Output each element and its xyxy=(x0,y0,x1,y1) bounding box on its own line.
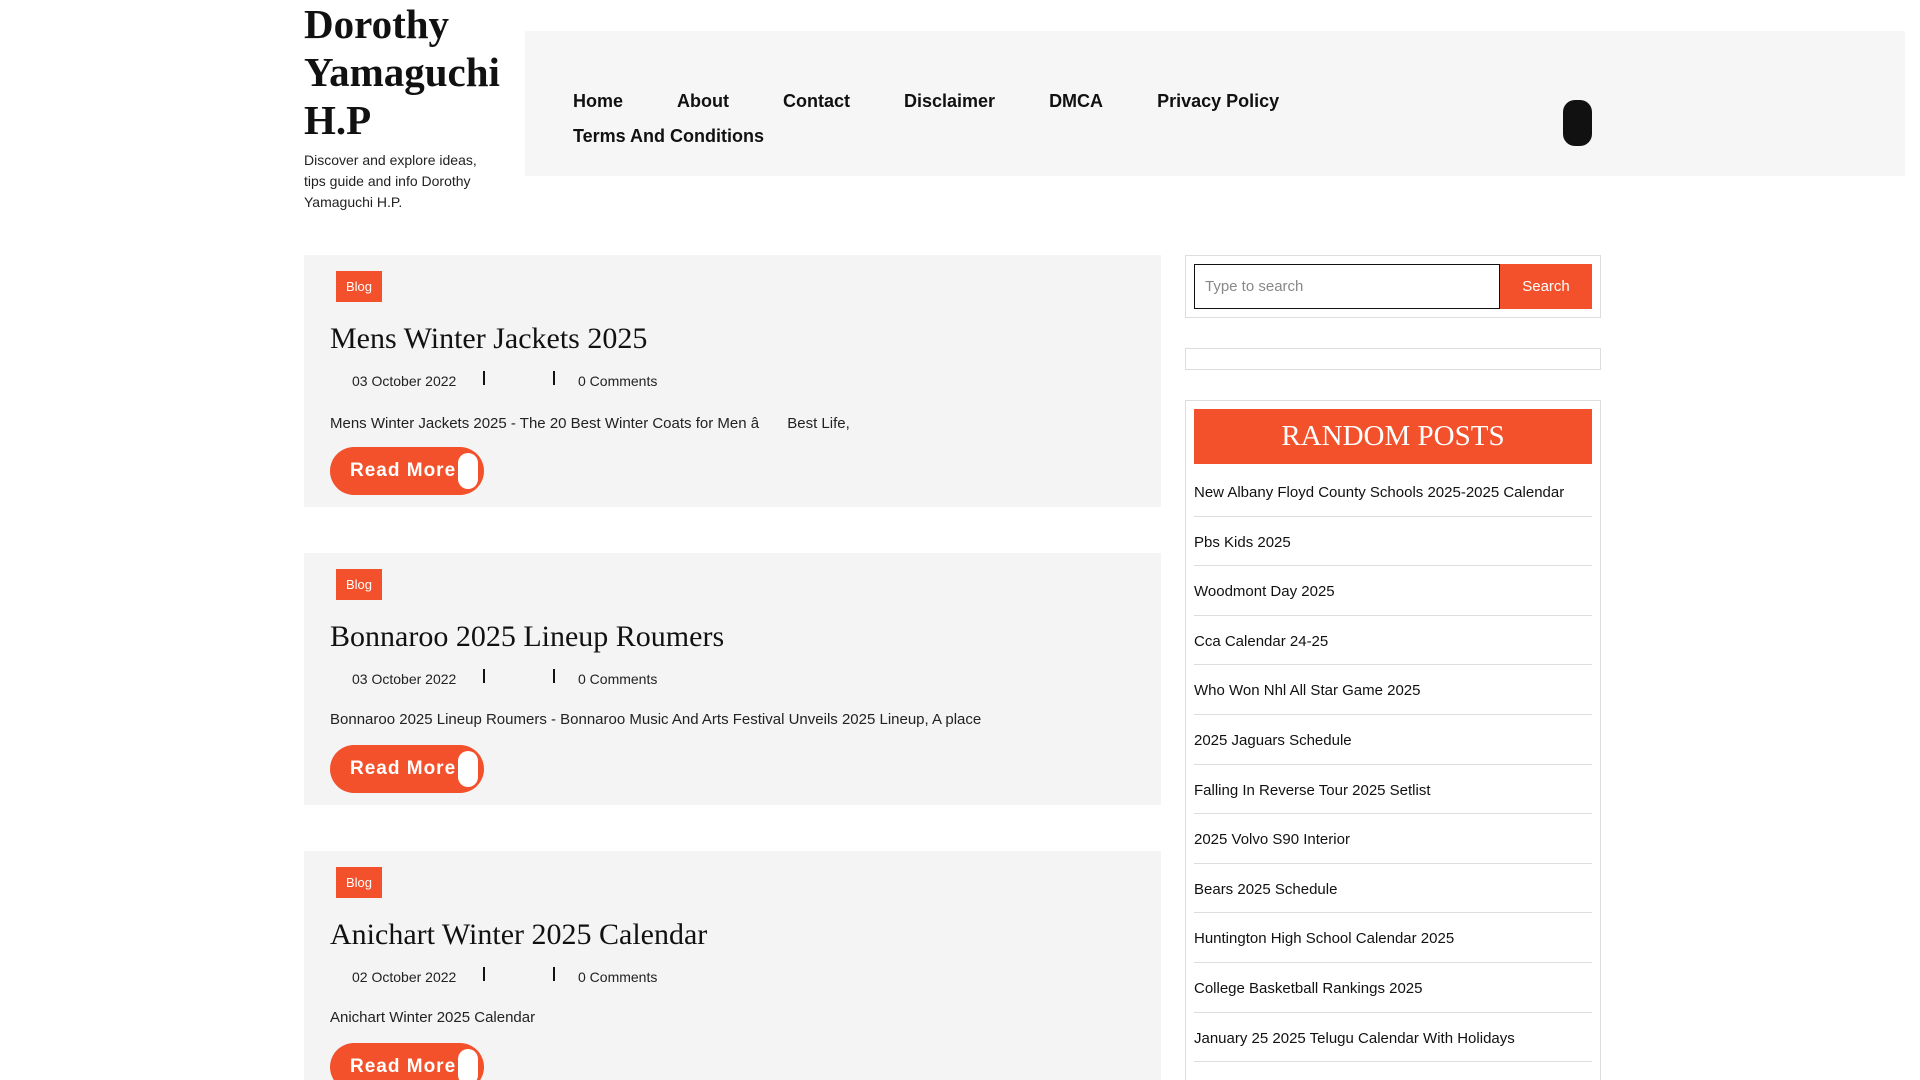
random-post-link[interactable]: Pbs Kids 2025 xyxy=(1194,517,1592,567)
read-more-label: Read More xyxy=(350,460,457,481)
random-posts-widget: RANDOM POSTS New Albany Floyd County Sch… xyxy=(1185,400,1601,1080)
search-input[interactable] xyxy=(1194,264,1500,309)
post-date[interactable]: 02 October 2022 xyxy=(352,969,456,985)
random-post-link[interactable]: Cca Calendar 24-25 xyxy=(1194,616,1592,666)
post-title[interactable]: Anichart Winter 2025 Calendar xyxy=(330,915,707,955)
post-excerpt: Bonnaroo 2025 Lineup Roumers - Bonnaroo … xyxy=(330,711,982,728)
random-post-link[interactable]: 2025 Volvo S90 Interior xyxy=(1194,814,1592,864)
nav-item-disclaimer[interactable]: Disclaimer xyxy=(904,89,995,114)
nav-item-terms-and-conditions[interactable]: Terms And Conditions xyxy=(573,124,764,149)
search-widget: Search xyxy=(1185,255,1601,318)
read-more-button[interactable]: Read More xyxy=(330,447,484,495)
nav-item-privacy-policy[interactable]: Privacy Policy xyxy=(1157,89,1279,114)
random-posts-heading: RANDOM POSTS xyxy=(1194,409,1592,464)
random-post-link[interactable]: Falling In Reverse Tour 2025 Setlist xyxy=(1194,765,1592,815)
meta-divider xyxy=(553,371,555,385)
search-button[interactable]: Search xyxy=(1500,264,1592,309)
site-description: Discover and explore ideas, tips guide a… xyxy=(304,152,477,210)
random-post-link[interactable]: Bears 2025 Schedule xyxy=(1194,864,1592,914)
random-post-link[interactable]: Who Won Nhl All Star Game 2025 xyxy=(1194,665,1592,715)
category-badge[interactable]: Blog xyxy=(336,867,383,898)
read-more-pill-icon xyxy=(458,1049,478,1080)
post-comments[interactable]: 0 Comments xyxy=(578,969,657,985)
random-posts-list: New Albany Floyd County Schools 2025-202… xyxy=(1194,467,1592,1063)
meta-divider xyxy=(553,967,555,981)
random-post-link[interactable]: Huntington High School Calendar 2025 xyxy=(1194,913,1592,963)
post-excerpt: Anichart Winter 2025 Calendar xyxy=(330,1009,536,1026)
random-post-link[interactable]: January 25 2025 Telugu Calendar With Hol… xyxy=(1194,1013,1592,1063)
category-badge[interactable]: Blog xyxy=(336,271,383,302)
site-title[interactable]: Dorothy Yamaguchi H.P xyxy=(304,0,504,144)
post-date[interactable]: 03 October 2022 xyxy=(352,373,456,389)
post-title[interactable]: Bonnaroo 2025 Lineup Roumers xyxy=(330,617,724,657)
read-more-pill-icon xyxy=(458,751,478,787)
read-more-button[interactable]: Read More xyxy=(330,745,484,793)
empty-widget xyxy=(1185,348,1601,370)
main-navigation: Home About Contact Disclaimer DMCA Priva… xyxy=(525,31,1905,176)
random-post-link[interactable]: College Basketball Rankings 2025 xyxy=(1194,963,1592,1013)
meta-divider xyxy=(483,371,485,385)
post-card: Blog Anichart Winter 2025 Calendar 02 Oc… xyxy=(304,851,1161,1080)
random-post-link[interactable]: Woodmont Day 2025 xyxy=(1194,566,1592,616)
meta-divider xyxy=(483,669,485,683)
read-more-button[interactable]: Read More xyxy=(330,1043,484,1080)
random-post-link[interactable]: 2025 Jaguars Schedule xyxy=(1194,715,1592,765)
meta-divider xyxy=(483,967,485,981)
post-card: Blog Bonnaroo 2025 Lineup Roumers 03 Oct… xyxy=(304,553,1161,805)
nav-item-home[interactable]: Home xyxy=(573,89,623,114)
nav-menu: Home About Contact Disclaimer DMCA Priva… xyxy=(573,89,1373,149)
random-post-link[interactable]: New Albany Floyd County Schools 2025-202… xyxy=(1194,467,1592,517)
post-comments[interactable]: 0 Comments xyxy=(578,671,657,687)
post-title[interactable]: Mens Winter Jackets 2025 xyxy=(330,319,647,359)
site-branding: Dorothy Yamaguchi H.P Discover and explo… xyxy=(304,0,504,213)
nav-item-contact[interactable]: Contact xyxy=(783,89,850,114)
category-badge[interactable]: Blog xyxy=(336,569,383,600)
read-more-label: Read More xyxy=(350,1056,457,1077)
menu-toggle-icon[interactable] xyxy=(1563,100,1592,146)
read-more-pill-icon xyxy=(458,453,478,489)
post-card: Blog Mens Winter Jackets 2025 03 October… xyxy=(304,255,1161,507)
post-comments[interactable]: 0 Comments xyxy=(578,373,657,389)
meta-divider xyxy=(553,669,555,683)
post-excerpt: Mens Winter Jackets 2025 - The 20 Best W… xyxy=(330,415,850,432)
nav-item-dmca[interactable]: DMCA xyxy=(1049,89,1103,114)
read-more-label: Read More xyxy=(350,758,457,779)
post-date[interactable]: 03 October 2022 xyxy=(352,671,456,687)
nav-item-about[interactable]: About xyxy=(677,89,729,114)
